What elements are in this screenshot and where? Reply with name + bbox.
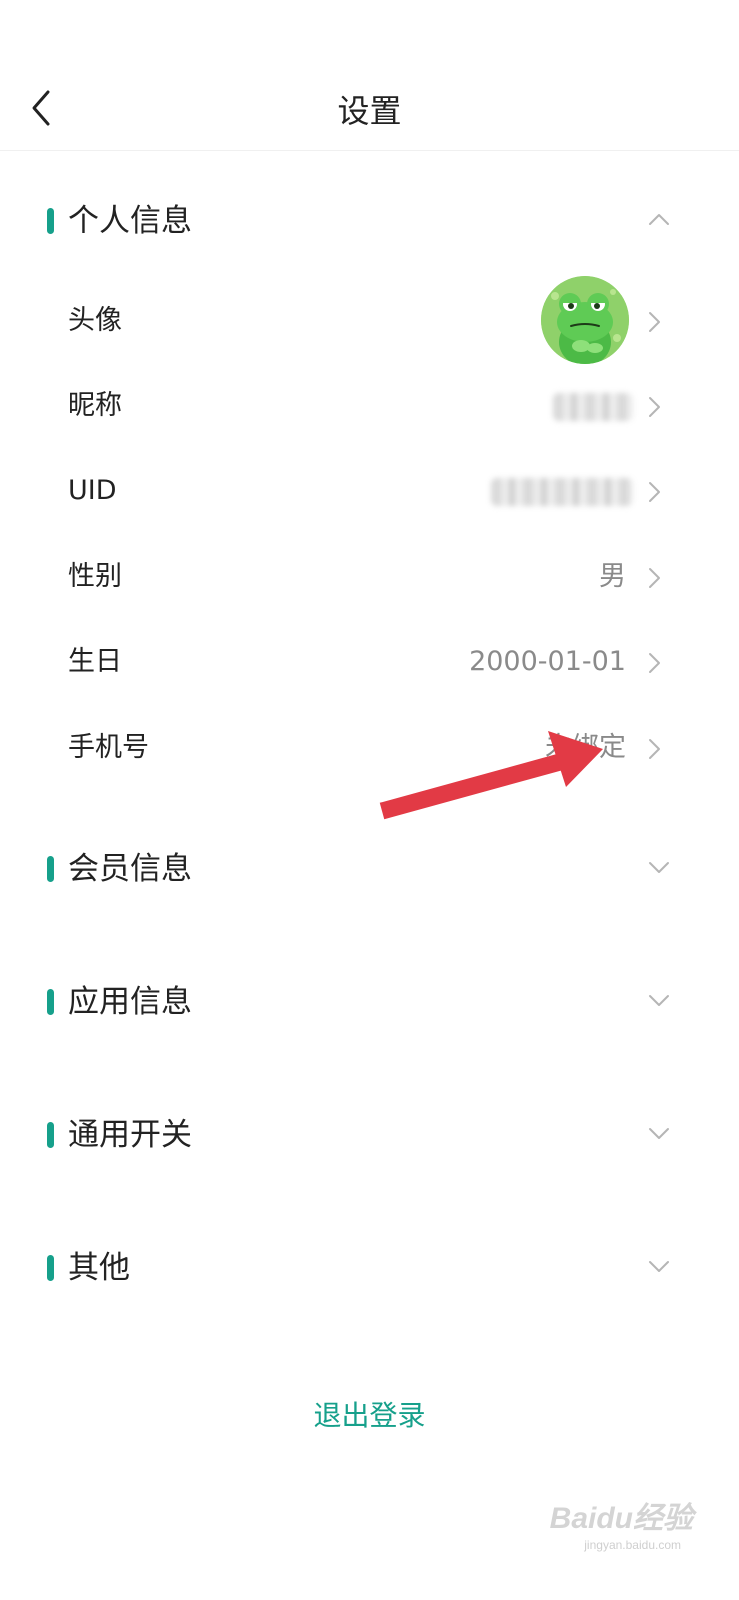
section-personal-info[interactable]: 个人信息 (0, 186, 739, 256)
chevron-right-icon (649, 312, 660, 332)
section-marker (47, 989, 54, 1015)
section-other[interactable]: 其他 (0, 1233, 739, 1303)
chevron-down-icon (649, 995, 669, 1006)
blurred-nickname-value (553, 393, 633, 421)
section-marker (47, 1255, 54, 1281)
chevron-right-icon (649, 397, 660, 417)
chevron-down-icon (649, 1128, 669, 1139)
chevron-right-icon (649, 653, 660, 673)
section-title: 个人信息 (68, 203, 192, 239)
chevron-right-icon (649, 568, 660, 588)
row-birthday[interactable]: 生日 2000-01-01 (0, 623, 739, 703)
chevron-down-icon (649, 1261, 669, 1272)
section-app-info[interactable]: 应用信息 (0, 967, 739, 1037)
row-label: 手机号 (68, 732, 149, 763)
blurred-uid-value (491, 478, 633, 506)
baidu-watermark-url: jingyan.baidu.com (584, 1538, 681, 1552)
row-label: 昵称 (68, 390, 122, 421)
chevron-down-icon (649, 862, 669, 873)
row-label: 头像 (68, 305, 122, 336)
row-avatar[interactable]: 头像 (0, 276, 739, 364)
section-title: 其他 (68, 1250, 130, 1286)
row-label: UID (68, 475, 117, 506)
section-title: 通用开关 (68, 1117, 192, 1153)
section-title: 应用信息 (68, 984, 192, 1020)
avatar (541, 276, 629, 364)
section-title: 会员信息 (68, 851, 192, 887)
row-uid[interactable]: UID (0, 452, 739, 532)
gender-value: 男 (599, 561, 626, 592)
chevron-right-icon (649, 482, 660, 502)
phone-value: 未绑定 (545, 732, 626, 763)
row-phone[interactable]: 手机号 未绑定 (0, 709, 739, 789)
section-marker (47, 1122, 54, 1148)
frog-avatar-image (541, 276, 629, 364)
section-marker (47, 856, 54, 882)
section-marker (47, 208, 54, 234)
row-gender[interactable]: 性别 男 (0, 538, 739, 618)
baidu-watermark: Baidu经验 (549, 1502, 693, 1535)
logout-button[interactable]: 退出登录 (0, 1394, 739, 1434)
birthday-value: 2000-01-01 (469, 646, 626, 677)
chevron-up-icon (649, 214, 669, 225)
header: 设置 (0, 0, 739, 151)
row-label: 生日 (68, 646, 122, 677)
section-member-info[interactable]: 会员信息 (0, 834, 739, 904)
chevron-right-icon (649, 739, 660, 759)
page-title: 设置 (337, 92, 402, 130)
row-nickname[interactable]: 昵称 (0, 367, 739, 447)
row-label: 性别 (68, 561, 122, 592)
section-general-switches[interactable]: 通用开关 (0, 1100, 739, 1170)
